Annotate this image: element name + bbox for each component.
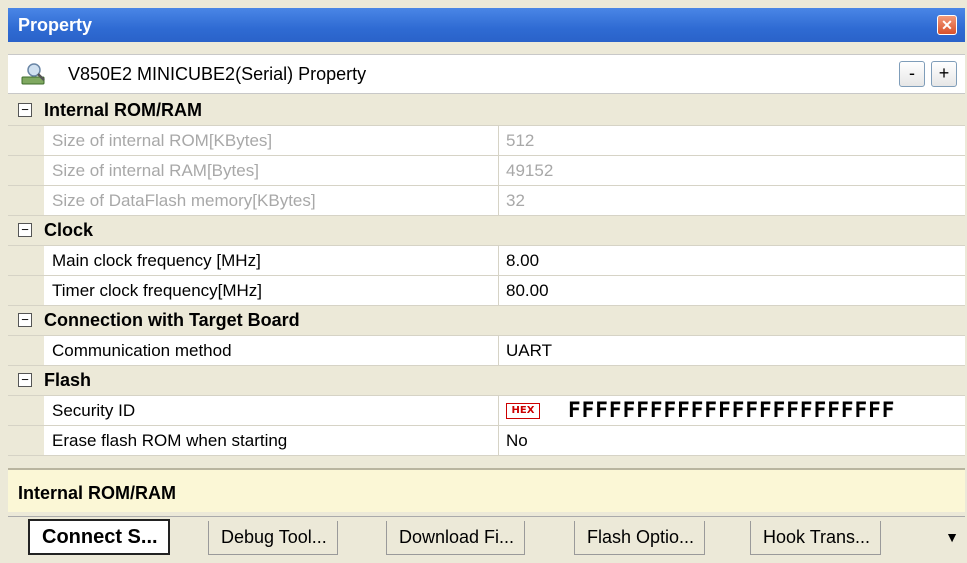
column-divider (498, 336, 499, 365)
property-description: Internal ROM/RAM (8, 468, 965, 512)
row-gutter (8, 426, 44, 455)
property-row[interactable]: Size of internal RAM[Bytes] 49152 (8, 156, 965, 186)
column-divider (498, 186, 499, 215)
property-value[interactable]: 8.00 (506, 251, 539, 271)
collapse-toggle-icon[interactable]: − (18, 313, 32, 327)
property-value: 512 (506, 131, 535, 150)
tab-debug-tool-settings[interactable]: Debug Tool... (208, 521, 338, 555)
property-header-title: V850E2 MINICUBE2(Serial) Property (68, 64, 367, 84)
property-name: Communication method (52, 341, 232, 360)
property-name: Security ID (52, 401, 136, 420)
property-value: 49152 (506, 161, 554, 180)
property-row[interactable]: Communication method UART (8, 336, 965, 366)
property-row[interactable]: Timer clock frequency[MHz] 80.00 (8, 276, 965, 306)
property-header: V850E2 MINICUBE2(Serial) Property - + (8, 54, 965, 94)
row-gutter (8, 276, 44, 305)
property-name: Erase flash ROM when starting (52, 431, 288, 450)
panel-title-bar: Property ✕ (8, 8, 965, 42)
category-label: Internal ROM/RAM (44, 100, 203, 120)
property-name: Main clock frequency [MHz] (52, 251, 261, 270)
row-gutter (8, 396, 44, 425)
category-label: Clock (44, 220, 94, 240)
column-divider (498, 246, 499, 275)
close-button[interactable]: ✕ (937, 15, 957, 35)
property-name: Timer clock frequency[MHz] (52, 281, 263, 300)
tab-connect-settings[interactable]: Connect S... (28, 519, 170, 555)
property-row[interactable]: Security ID HEX FFFFFFFFFFFFFFFFFFFFFFFF (8, 396, 965, 426)
security-id-value[interactable]: FFFFFFFFFFFFFFFFFFFFFFFF (568, 398, 895, 422)
tab-flash-options[interactable]: Flash Optio... (574, 521, 706, 555)
panel-title: Property (18, 15, 93, 35)
tab-bar: Connect S... Debug Tool... Download Fi..… (8, 516, 965, 561)
property-panel: Property ✕ V850E2 MINICUBE2(Serial) Prop… (0, 0, 967, 563)
row-gutter (8, 156, 44, 185)
property-grid: − Internal ROM/RAM Size of internal ROM[… (8, 96, 965, 456)
property-row[interactable]: Main clock frequency [MHz] 8.00 (8, 246, 965, 276)
collapse-toggle-icon[interactable]: − (18, 373, 32, 387)
column-divider (498, 126, 499, 155)
category-label: Flash (44, 370, 92, 390)
category-label: Connection with Target Board (44, 310, 300, 330)
property-name: Size of internal ROM[KBytes] (52, 131, 273, 150)
row-gutter (8, 186, 44, 215)
collapse-toggle-icon[interactable]: − (18, 103, 32, 117)
column-divider (498, 396, 499, 425)
property-row[interactable]: Size of internal ROM[KBytes] 512 (8, 126, 965, 156)
category-internal-rom-ram[interactable]: − Internal ROM/RAM (8, 96, 965, 126)
row-gutter (8, 336, 44, 365)
row-gutter (8, 126, 44, 155)
property-value: 32 (506, 191, 525, 210)
row-gutter (8, 246, 44, 275)
tab-overflow-icon[interactable]: ▼ (945, 529, 959, 545)
expand-all-button[interactable]: + (931, 61, 957, 87)
property-row[interactable]: Erase flash ROM when starting No (8, 426, 965, 456)
tab-download-file-settings[interactable]: Download Fi... (386, 521, 526, 555)
collapse-all-button[interactable]: - (899, 61, 925, 87)
column-divider (498, 156, 499, 185)
property-row[interactable]: Size of DataFlash memory[KBytes] 32 (8, 186, 965, 216)
property-value[interactable]: 80.00 (506, 281, 549, 301)
category-flash[interactable]: − Flash (8, 366, 965, 396)
debug-tool-icon (21, 63, 45, 85)
column-divider (498, 276, 499, 305)
property-value[interactable]: No (506, 431, 528, 451)
category-connection-with-target-board[interactable]: − Connection with Target Board (8, 306, 965, 336)
property-value[interactable]: UART (506, 341, 552, 361)
property-name: Size of DataFlash memory[KBytes] (52, 191, 316, 210)
tab-hook-transaction[interactable]: Hook Trans... (750, 521, 882, 555)
property-name: Size of internal RAM[Bytes] (52, 161, 259, 180)
collapse-toggle-icon[interactable]: − (18, 223, 32, 237)
category-clock[interactable]: − Clock (8, 216, 965, 246)
column-divider (498, 426, 499, 455)
hex-icon: HEX (506, 403, 540, 419)
